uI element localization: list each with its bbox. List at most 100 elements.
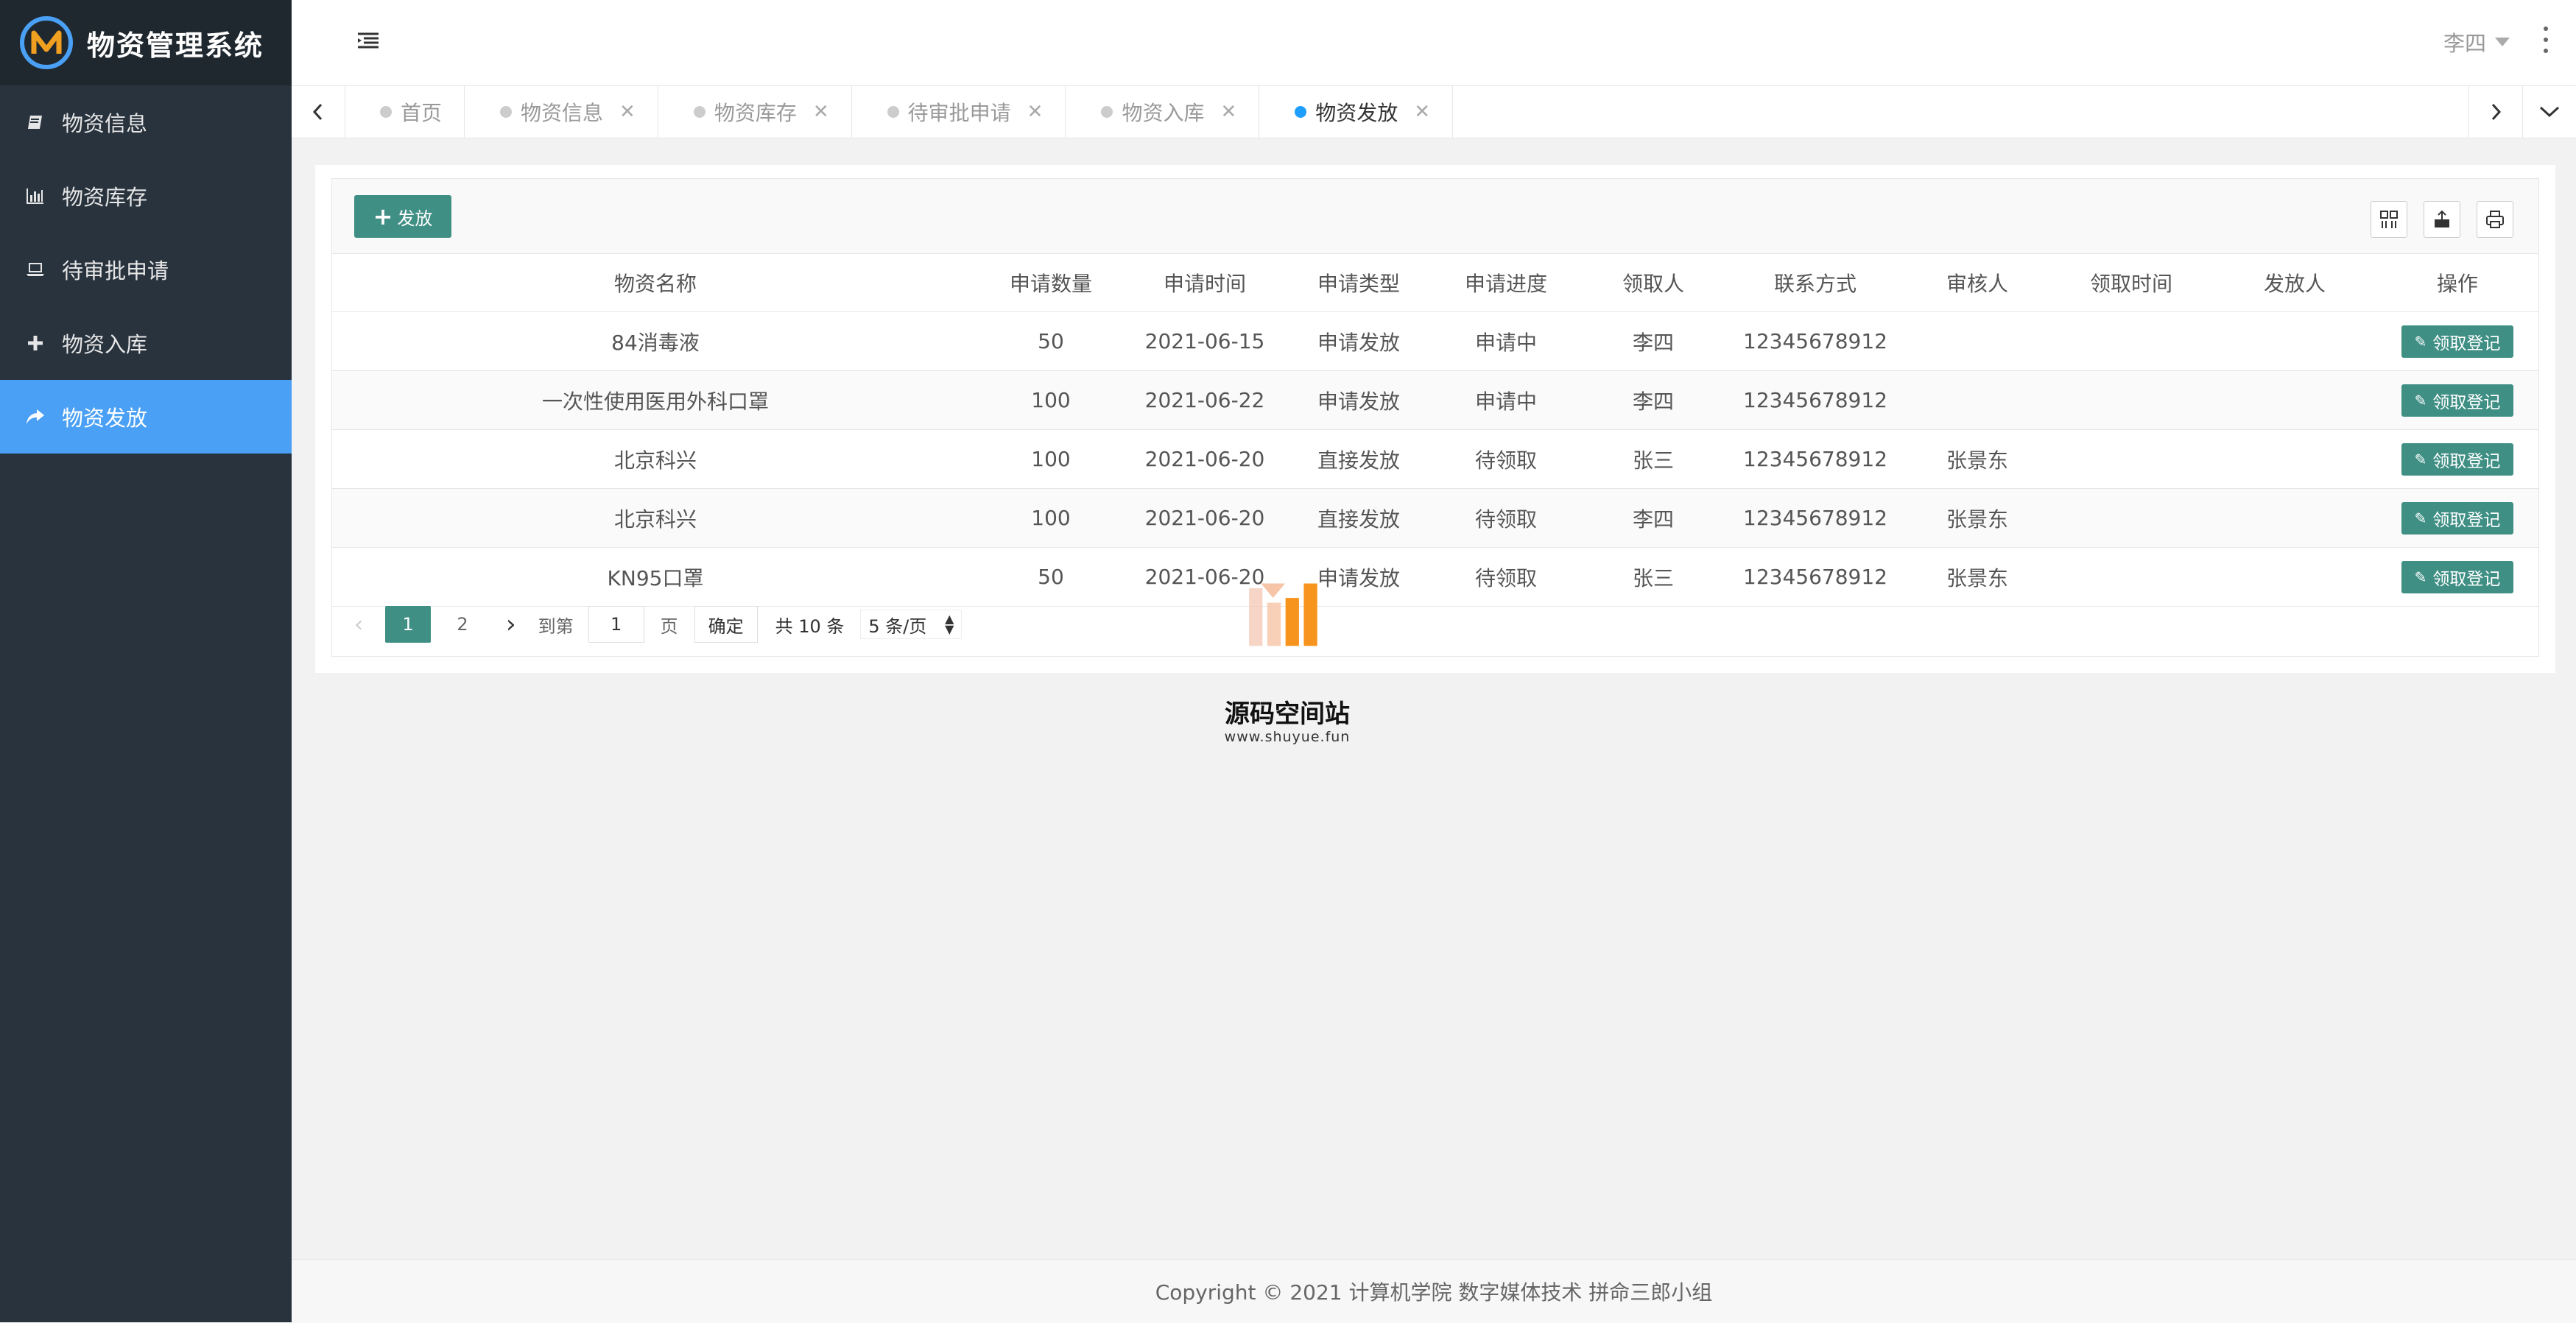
- cell: 12345678912: [1725, 429, 1905, 489]
- distribution-table: 物资名称 申请数量 申请时间 申请类型 申请进度 领取人 联系方式 审核人 领取…: [332, 254, 2538, 607]
- next-page-icon[interactable]: ›: [506, 610, 516, 639]
- col-header[interactable]: 领取时间: [2049, 254, 2213, 312]
- claim-register-label: 领取登记: [2432, 451, 2501, 471]
- claim-register-button[interactable]: ✎ 领取登记: [2401, 560, 2513, 593]
- tab-scroll-right-button[interactable]: [2468, 86, 2523, 138]
- distribute-button-label: 发放: [397, 208, 433, 229]
- table-row[interactable]: 北京科兴 100 2021-06-20 直接发放 待领取 张三 12345678…: [332, 429, 2538, 489]
- close-icon[interactable]: ✕: [813, 101, 829, 123]
- tab-stock-in[interactable]: 物资入库 ✕: [1066, 86, 1260, 138]
- sidebar-menu: 物资信息 物资库存 待审批申请 物资入库 物资发放: [0, 85, 292, 454]
- cell: [2049, 370, 2213, 430]
- tab-label: 待审批申请: [907, 101, 1011, 125]
- tab-label: 物资库存: [714, 101, 797, 125]
- user-menu[interactable]: 李四: [2443, 27, 2510, 57]
- page-2-button[interactable]: 2: [440, 606, 485, 643]
- close-icon[interactable]: ✕: [1414, 101, 1430, 123]
- tab-inventory[interactable]: 物资库存 ✕: [658, 86, 852, 138]
- col-header[interactable]: 领取人: [1581, 254, 1725, 312]
- table-row[interactable]: 84消毒液 50 2021-06-15 申请发放 申请中 李四 12345678…: [332, 311, 2538, 371]
- prev-page-icon[interactable]: ‹: [354, 612, 376, 638]
- close-icon[interactable]: ✕: [619, 101, 636, 123]
- claim-register-button[interactable]: ✎ 领取登记: [2401, 442, 2513, 476]
- tab-material-info[interactable]: 物资信息 ✕: [465, 86, 658, 138]
- cell: 2021-06-20: [1123, 488, 1287, 548]
- cell: 100: [979, 429, 1123, 489]
- table-row[interactable]: 一次性使用医用外科口罩 100 2021-06-22 申请发放 申请中 李四 1…: [332, 370, 2538, 430]
- sidebar-item-material-info[interactable]: 物资信息: [0, 85, 292, 159]
- menu-toggle-icon[interactable]: [355, 29, 381, 52]
- sidebar-item-stock-in[interactable]: 物资入库: [0, 306, 292, 380]
- claim-register-button[interactable]: ✎ 领取登记: [2401, 384, 2513, 417]
- claim-register-label: 领取登记: [2432, 510, 2501, 530]
- close-icon[interactable]: ✕: [1027, 101, 1044, 123]
- app-title: 物资管理系统: [87, 29, 264, 62]
- edit-icon: ✎: [2414, 332, 2427, 350]
- cell: 李四: [1581, 311, 1725, 371]
- page-1-button[interactable]: 1: [385, 606, 431, 643]
- col-header[interactable]: 申请数量: [979, 254, 1123, 312]
- plus-icon: +: [373, 202, 393, 230]
- col-header[interactable]: 发放人: [2213, 254, 2376, 312]
- close-icon[interactable]: ✕: [1220, 101, 1236, 123]
- cell-actions: ✎ 领取登记: [2376, 488, 2538, 548]
- sidebar-item-label: 物资发放: [62, 406, 148, 431]
- watermark-logo: [1249, 583, 1317, 646]
- cell: [1905, 370, 2049, 430]
- tab-dot: [380, 106, 392, 118]
- sidebar-item-pending[interactable]: 待审批申请: [0, 233, 292, 306]
- table-row[interactable]: 北京科兴 100 2021-06-20 直接发放 待领取 李四 12345678…: [332, 488, 2538, 548]
- col-header[interactable]: 物资名称: [332, 254, 979, 312]
- cell: 12345678912: [1725, 488, 1905, 548]
- col-header[interactable]: 申请时间: [1123, 254, 1287, 312]
- page-size-select[interactable]: 5 条/页 ▲ ▼: [860, 610, 963, 639]
- cell-actions: ✎ 领取登记: [2376, 429, 2538, 489]
- tab-distribution[interactable]: 物资发放 ✕: [1259, 86, 1454, 138]
- claim-register-button[interactable]: ✎ 领取登记: [2401, 325, 2513, 358]
- cell: 申请中: [1431, 370, 1581, 430]
- col-header[interactable]: 申请类型: [1287, 254, 1431, 312]
- cell-actions: ✎ 领取登记: [2376, 547, 2538, 607]
- distribute-button[interactable]: + 发放: [354, 195, 451, 238]
- cell: [2049, 429, 2213, 489]
- cell: 张景东: [1905, 429, 2049, 489]
- columns-filter-icon[interactable]: [2371, 201, 2407, 238]
- top-header: 李四: [292, 0, 2576, 85]
- tab-options-button[interactable]: [2523, 86, 2576, 138]
- sidebar-item-label: 物资库存: [62, 185, 148, 210]
- export-icon[interactable]: [2424, 201, 2460, 238]
- cell: 张三: [1581, 429, 1725, 489]
- sidebar-item-inventory[interactable]: 物资库存: [0, 159, 292, 233]
- cell: [2213, 488, 2376, 548]
- sidebar-item-distribution[interactable]: 物资发放: [0, 380, 292, 454]
- cell: 100: [979, 488, 1123, 548]
- tab-label: 物资入库: [1122, 101, 1205, 125]
- col-header[interactable]: 申请进度: [1431, 254, 1581, 312]
- cell: [2213, 370, 2376, 430]
- col-header[interactable]: 联系方式: [1725, 254, 1905, 312]
- tab-pending[interactable]: 待审批申请 ✕: [852, 86, 1066, 138]
- tab-label: 物资发放: [1315, 101, 1398, 125]
- col-header[interactable]: 审核人: [1905, 254, 2049, 312]
- print-icon[interactable]: [2477, 201, 2513, 238]
- cell: 张三: [1581, 547, 1725, 607]
- tab-dot: [887, 106, 899, 118]
- tab-scroll-left-button[interactable]: [292, 86, 345, 138]
- col-header[interactable]: 操作: [2376, 254, 2538, 312]
- cell: 2021-06-20: [1123, 429, 1287, 489]
- tab-home[interactable]: 首页: [345, 86, 465, 138]
- cell: 一次性使用医用外科口罩: [332, 370, 979, 430]
- more-icon[interactable]: [2544, 27, 2551, 53]
- sidebar: 物资管理系统 物资信息 物资库存 待审批申请 物资入库 物资发放: [0, 0, 292, 1322]
- sidebar-item-label: 物资信息: [62, 111, 148, 136]
- cell: 李四: [1581, 370, 1725, 430]
- chevron-left-icon: [312, 103, 323, 121]
- tab-dot: [1295, 106, 1307, 118]
- goto-page-input[interactable]: 1: [588, 606, 644, 643]
- goto-confirm-button[interactable]: 确定: [694, 606, 758, 643]
- cell: [1905, 311, 2049, 371]
- claim-register-button[interactable]: ✎ 领取登记: [2401, 501, 2513, 535]
- edit-icon: ✎: [2414, 391, 2427, 409]
- cell: [2213, 547, 2376, 607]
- edit-icon: ✎: [2414, 568, 2427, 586]
